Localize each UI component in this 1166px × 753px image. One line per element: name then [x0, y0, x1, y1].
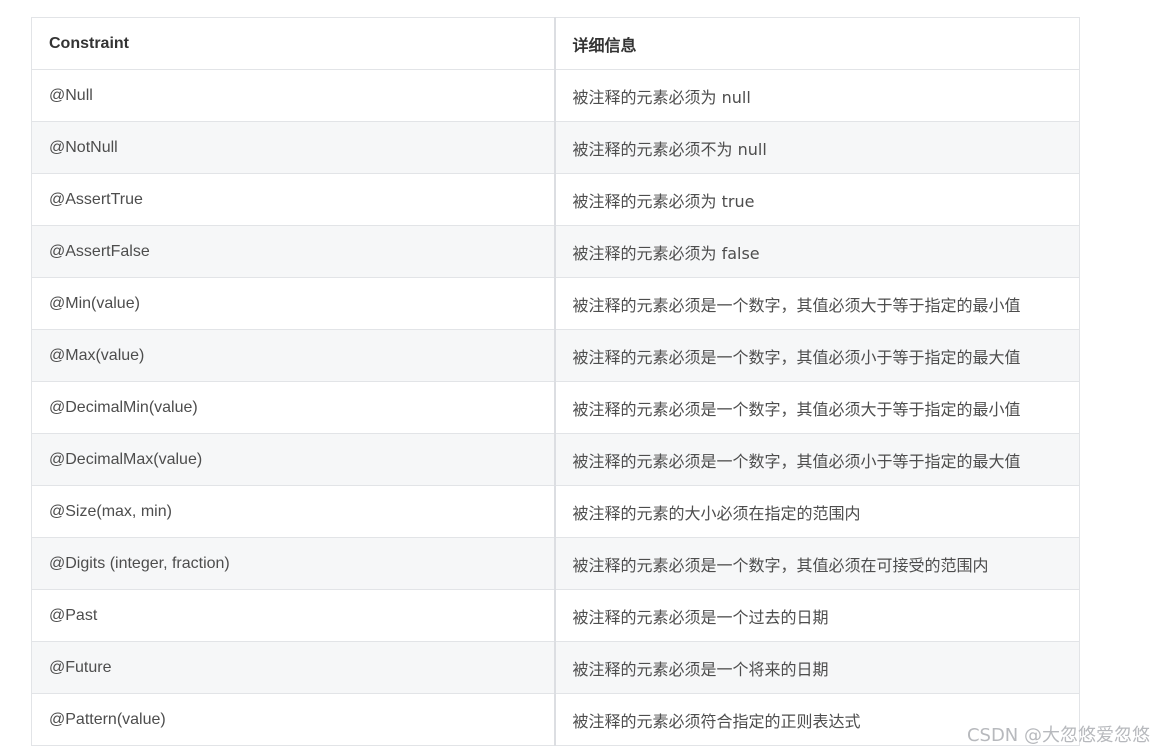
constraint-cell: @Digits (integer, fraction) [31, 537, 555, 590]
table-header: Constraint 详细信息 [31, 17, 1080, 70]
description-cell: 被注释的元素必须为 false [553, 225, 1080, 278]
table-row: @Max(value) 被注释的元素必须是一个数字，其值必须小于等于指定的最大值 [31, 329, 1080, 382]
table-row: @AssertTrue 被注释的元素必须为 true [31, 173, 1080, 226]
description-cell: 被注释的元素必须是一个数字，其值必须小于等于指定的最大值 [553, 433, 1080, 486]
description-cell: 被注释的元素必须为 true [553, 173, 1080, 226]
constraints-table: Constraint 详细信息 @Null 被注释的元素必须为 null @No… [31, 17, 1080, 746]
constraint-cell: @Max(value) [31, 329, 555, 382]
description-cell: 被注释的元素的大小必须在指定的范围内 [553, 485, 1080, 538]
description-cell: 被注释的元素必须不为 null [553, 121, 1080, 174]
table-body: @Null 被注释的元素必须为 null @NotNull 被注释的元素必须不为… [31, 69, 1080, 746]
constraint-cell: @Null [31, 69, 555, 122]
table-row: @NotNull 被注释的元素必须不为 null [31, 121, 1080, 174]
constraint-cell: @Pattern(value) [31, 693, 555, 746]
description-cell: 被注释的元素必须是一个数字，其值必须小于等于指定的最大值 [553, 329, 1080, 382]
description-cell: 被注释的元素必须是一个数字，其值必须在可接受的范围内 [553, 537, 1080, 590]
table-row: @Null 被注释的元素必须为 null [31, 69, 1080, 122]
constraint-cell: @Future [31, 641, 555, 694]
description-cell: 被注释的元素必须是一个数字，其值必须大于等于指定的最小值 [553, 277, 1080, 330]
table-row: @AssertFalse 被注释的元素必须为 false [31, 225, 1080, 278]
header-details: 详细信息 [553, 17, 1080, 70]
constraint-cell: @NotNull [31, 121, 555, 174]
header-constraint: Constraint [31, 17, 555, 70]
table-row: @Pattern(value) 被注释的元素必须符合指定的正则表达式 [31, 693, 1080, 746]
table-row: @DecimalMax(value) 被注释的元素必须是一个数字，其值必须小于等… [31, 433, 1080, 486]
constraint-cell: @AssertFalse [31, 225, 555, 278]
table-row: @DecimalMin(value) 被注释的元素必须是一个数字，其值必须大于等… [31, 381, 1080, 434]
description-cell: 被注释的元素必须是一个过去的日期 [553, 589, 1080, 642]
constraint-cell: @AssertTrue [31, 173, 555, 226]
page: Constraint 详细信息 @Null 被注释的元素必须为 null @No… [0, 0, 1166, 753]
constraint-cell: @Size(max, min) [31, 485, 555, 538]
description-cell: 被注释的元素必须是一个将来的日期 [553, 641, 1080, 694]
table-row: @Digits (integer, fraction) 被注释的元素必须是一个数… [31, 537, 1080, 590]
table-header-row: Constraint 详细信息 [31, 17, 1080, 70]
constraint-cell: @Past [31, 589, 555, 642]
constraint-cell: @DecimalMax(value) [31, 433, 555, 486]
table-row: @Size(max, min) 被注释的元素的大小必须在指定的范围内 [31, 485, 1080, 538]
description-cell: 被注释的元素必须为 null [553, 69, 1080, 122]
constraint-cell: @Min(value) [31, 277, 555, 330]
table-row: @Past 被注释的元素必须是一个过去的日期 [31, 589, 1080, 642]
csdn-watermark: CSDN @大忽悠爱忽悠 [966, 725, 1150, 746]
description-cell: 被注释的元素必须是一个数字，其值必须大于等于指定的最小值 [553, 381, 1080, 434]
table-row: @Min(value) 被注释的元素必须是一个数字，其值必须大于等于指定的最小值 [31, 277, 1080, 330]
table-row: @Future 被注释的元素必须是一个将来的日期 [31, 641, 1080, 694]
constraint-cell: @DecimalMin(value) [31, 381, 555, 434]
